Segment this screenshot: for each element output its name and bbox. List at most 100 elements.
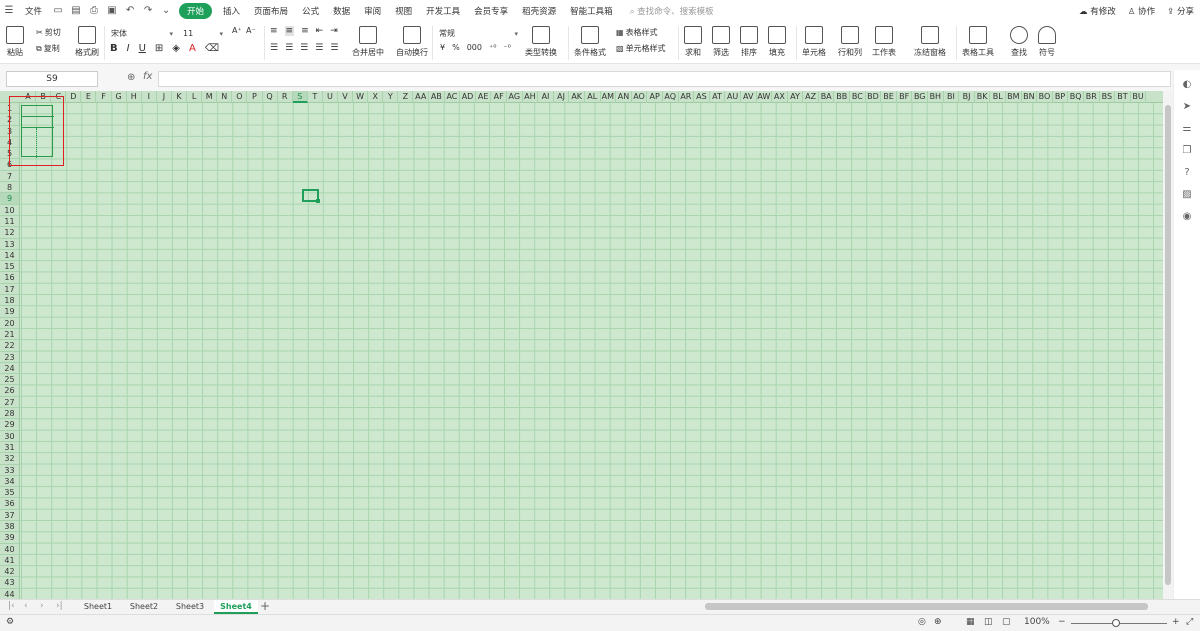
column-header[interactable]: AP	[647, 91, 663, 103]
row-header[interactable]: 7	[0, 171, 19, 183]
row-header[interactable]: 20	[0, 318, 19, 329]
column-header[interactable]: AU	[725, 91, 741, 103]
worksheet-button[interactable]: 工作表	[872, 26, 896, 58]
column-header[interactable]: BN	[1022, 91, 1038, 103]
column-header[interactable]: BI	[944, 91, 960, 103]
row-header[interactable]: 26	[0, 385, 19, 397]
row-header[interactable]: 21	[0, 329, 19, 341]
vertical-scrollbar[interactable]	[1163, 91, 1173, 599]
font-name-select[interactable]: 宋体	[108, 26, 176, 41]
align-right-icon[interactable]: ☰	[300, 43, 308, 53]
row-header[interactable]: 24	[0, 363, 19, 375]
row-header[interactable]: 16	[0, 272, 19, 284]
column-header[interactable]: D	[66, 91, 82, 103]
column-header[interactable]: AH	[523, 91, 539, 103]
column-header[interactable]: BS	[1100, 91, 1116, 103]
row-header[interactable]: 22	[0, 340, 19, 352]
save-icon[interactable]: ▭	[52, 5, 64, 17]
more-icon[interactable]: ⌄	[160, 5, 172, 17]
sheet-tab-1[interactable]: Sheet1	[76, 600, 120, 614]
symbol-button[interactable]: 符号	[1038, 26, 1056, 58]
column-header[interactable]: BQ	[1068, 91, 1084, 103]
column-header[interactable]: AA	[413, 91, 430, 103]
column-header[interactable]: S	[292, 91, 308, 103]
column-header[interactable]: J	[157, 91, 172, 103]
align-left-icon[interactable]: ☰	[270, 43, 278, 53]
justify-icon[interactable]: ☰	[315, 43, 323, 53]
prev-sheet-icon[interactable]: ‹	[24, 601, 28, 611]
column-header[interactable]: T	[308, 91, 323, 103]
tab-home[interactable]: 开始	[179, 3, 213, 19]
paste-button[interactable]: 粘贴	[6, 26, 24, 58]
reading-view-icon[interactable]: ▢	[1002, 617, 1011, 627]
column-header[interactable]: BD	[866, 91, 882, 103]
align-top-icon[interactable]: ≡	[270, 26, 278, 36]
backup-icon[interactable]: ❐	[1180, 144, 1194, 158]
style-icon[interactable]: ◐	[1180, 78, 1194, 92]
tab-insert[interactable]: 插入	[223, 5, 240, 17]
row-header[interactable]: 12	[0, 227, 19, 239]
row-header[interactable]: 28	[0, 408, 19, 420]
column-header[interactable]: AN	[616, 91, 632, 103]
file-menu[interactable]: 文件	[25, 5, 42, 17]
column-header[interactable]: AC	[445, 91, 461, 103]
column-header[interactable]: BE	[881, 91, 897, 103]
row-header[interactable]: 13	[0, 239, 19, 250]
add-sheet-icon[interactable]: +	[260, 599, 270, 613]
zoom-out-icon[interactable]: −	[1058, 617, 1066, 627]
column-header[interactable]: N	[217, 91, 233, 103]
font-grow-button[interactable]: A⁺	[232, 26, 242, 35]
decrease-decimal-icon[interactable]: ⁻⁰	[503, 43, 510, 52]
column-header[interactable]: AQ	[663, 91, 679, 103]
menu-icon[interactable]: ☰	[3, 5, 15, 17]
row-header[interactable]: 17	[0, 284, 19, 296]
column-header[interactable]: AZ	[803, 91, 819, 103]
column-header[interactable]: AL	[585, 91, 601, 103]
last-sheet-icon[interactable]: ›|	[56, 601, 63, 611]
row-header[interactable]: 32	[0, 453, 19, 465]
row-header[interactable]: 33	[0, 465, 19, 476]
column-header[interactable]: P	[247, 91, 263, 103]
page-break-view-icon[interactable]: ◫	[984, 617, 993, 627]
column-header[interactable]: O	[232, 91, 248, 103]
undo-icon[interactable]: ↶	[124, 5, 136, 17]
column-header[interactable]: AV	[741, 91, 757, 103]
column-header[interactable]: BU	[1131, 91, 1147, 103]
wrap-text-button[interactable]: 自动换行	[396, 26, 428, 58]
indent-increase-icon[interactable]: ⇥	[330, 26, 338, 36]
zoom-in-icon[interactable]: +	[1172, 617, 1180, 627]
column-header[interactable]: BL	[990, 91, 1006, 103]
column-header[interactable]: BA	[819, 91, 835, 103]
column-header[interactable]: G	[112, 91, 127, 103]
column-header[interactable]: AK	[569, 91, 585, 103]
horizontal-scroll-thumb[interactable]	[705, 603, 1148, 610]
column-header[interactable]: Z	[398, 91, 414, 103]
share-button[interactable]: ⇪ 分享	[1167, 5, 1194, 17]
column-header[interactable]: BF	[897, 91, 913, 103]
row-col-button[interactable]: 行和列	[838, 26, 862, 58]
column-header[interactable]: R	[278, 91, 293, 103]
column-header[interactable]: AG	[507, 91, 523, 103]
column-header[interactable]: BK	[975, 91, 991, 103]
font-size-select[interactable]: 11	[180, 26, 226, 41]
underline-icon[interactable]: U	[139, 43, 146, 54]
italic-icon[interactable]: I	[127, 43, 130, 54]
tab-page-layout[interactable]: 页面布局	[254, 5, 288, 17]
zoom-formula-icon[interactable]: ⊕	[127, 72, 135, 83]
filter-button[interactable]: 筛选	[712, 26, 730, 58]
increase-decimal-icon[interactable]: ⁺⁰	[489, 43, 496, 52]
column-header[interactable]: BM	[1006, 91, 1022, 103]
row-header[interactable]: 14	[0, 250, 19, 262]
cell-style-button[interactable]: ▧ 单元格样式	[616, 43, 666, 54]
collab-button[interactable]: ♙ 协作	[1128, 5, 1155, 17]
column-header[interactable]: AI	[538, 91, 554, 103]
column-header[interactable]: AR	[679, 91, 695, 103]
column-header[interactable]: AM	[601, 91, 617, 103]
tab-docer[interactable]: 稻壳资源	[522, 5, 556, 17]
thousands-button[interactable]: 000	[467, 43, 482, 52]
print-icon[interactable]: ⎙	[88, 5, 100, 17]
row-header[interactable]: 10	[0, 205, 19, 216]
selected-cell[interactable]	[302, 189, 320, 203]
location-icon[interactable]: ◉	[1180, 210, 1194, 224]
type-convert-button[interactable]: 类型转换	[525, 26, 557, 58]
